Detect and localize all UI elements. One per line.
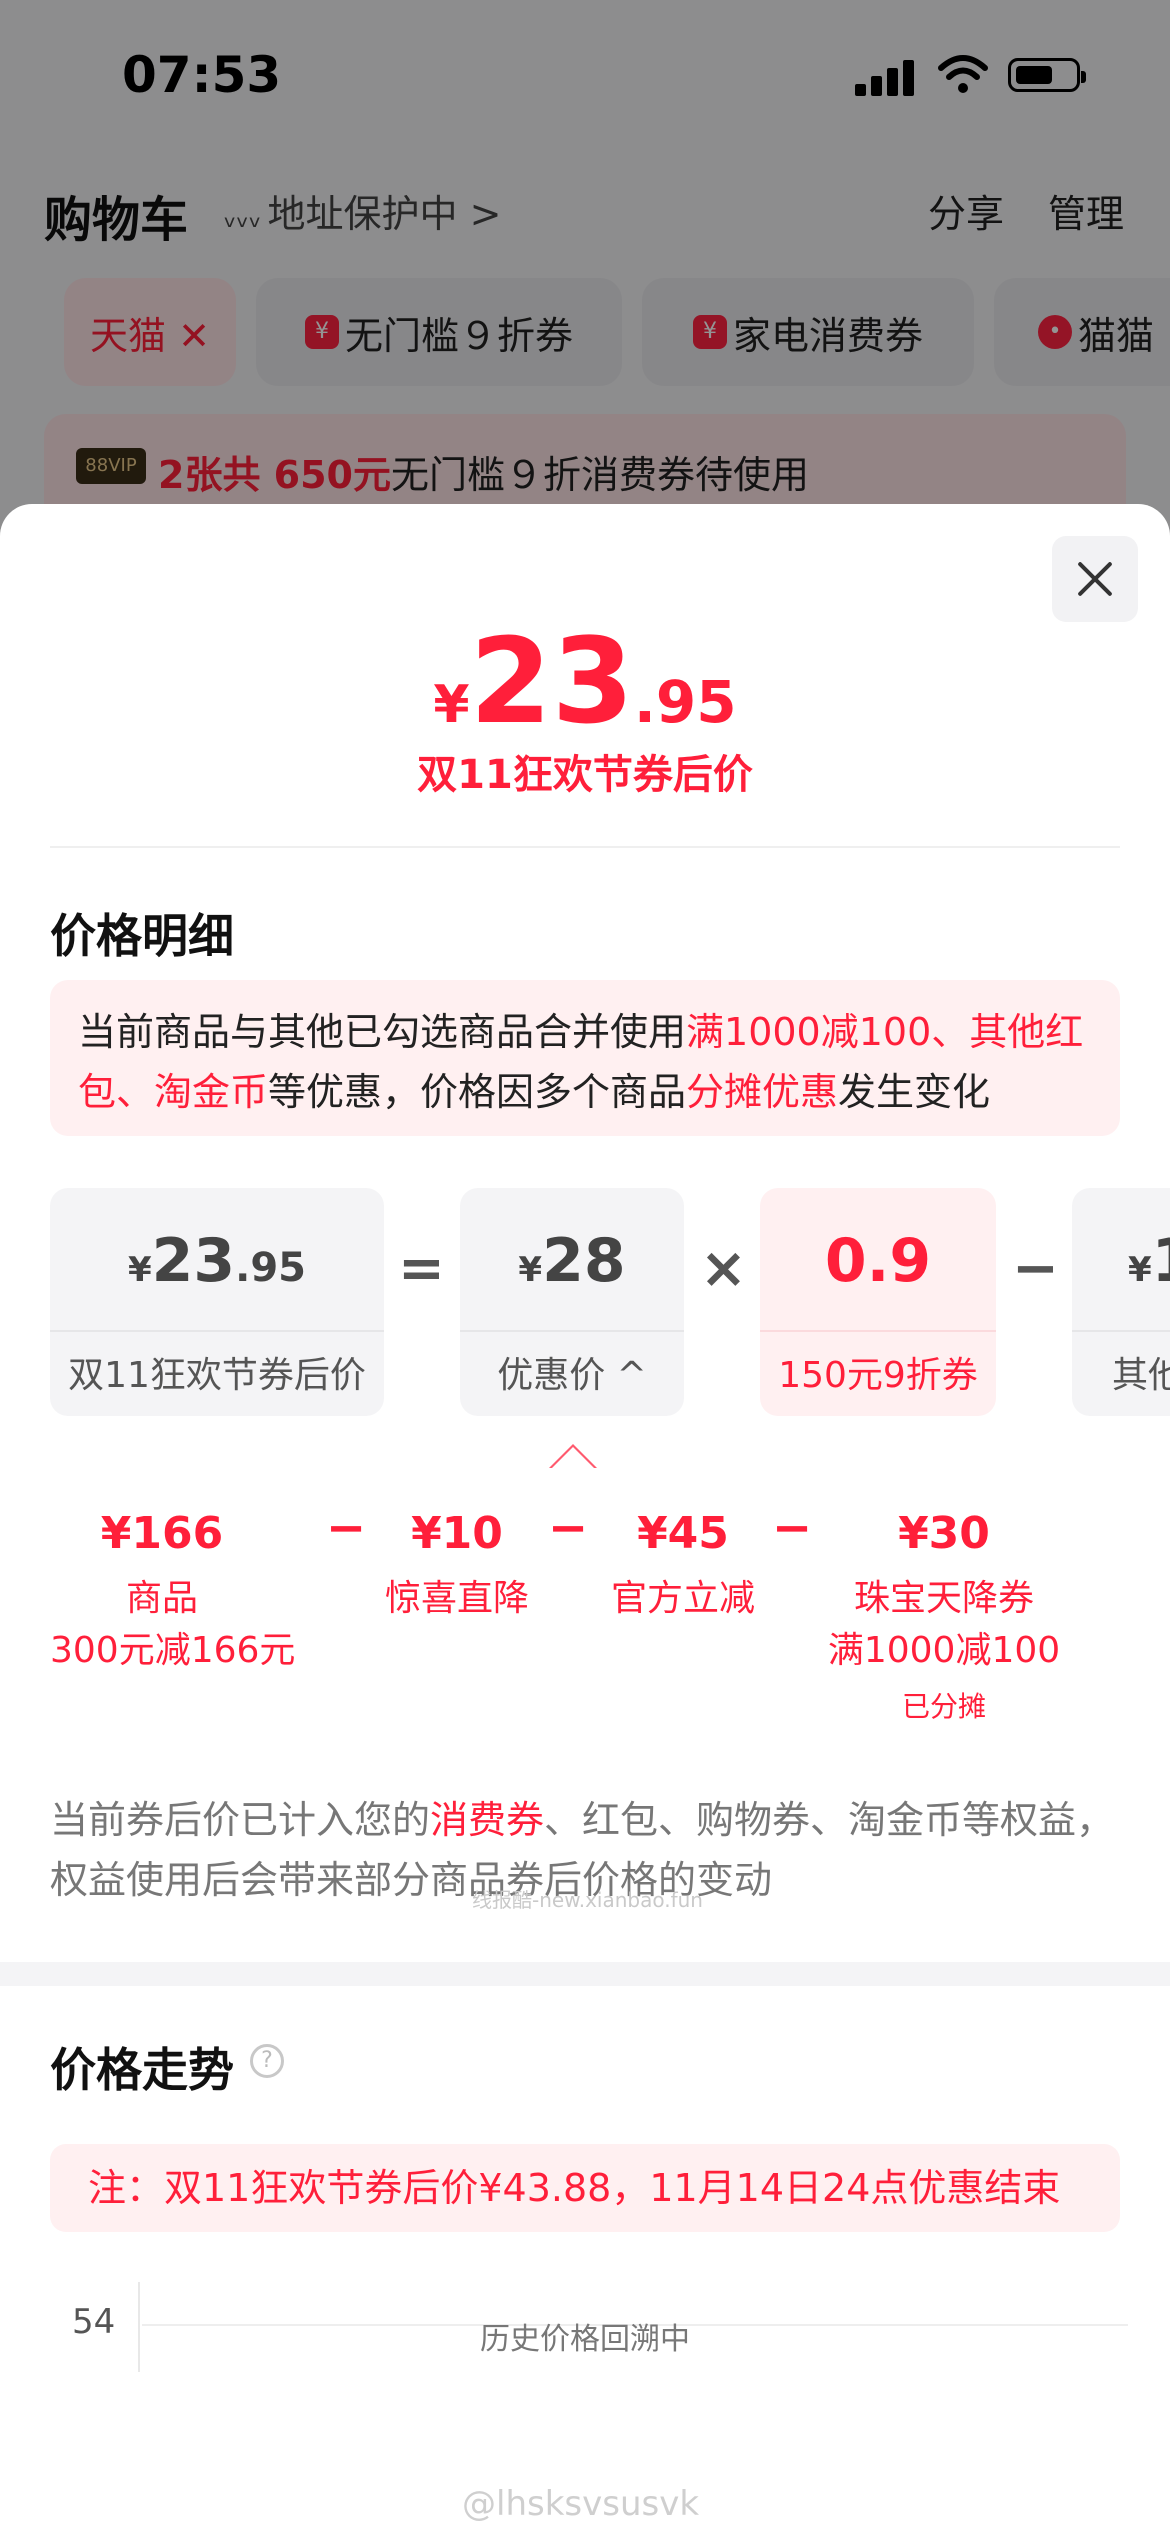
breakdown-minus: − — [326, 1500, 367, 1556]
breakdown-minus: − — [772, 1500, 813, 1556]
breakdown-item-official-cut: ¥45 官方立减 — [610, 1508, 755, 1619]
section-gap — [0, 1962, 1170, 1986]
equals-sign: = — [398, 1236, 445, 1301]
help-icon[interactable]: ? — [250, 2044, 284, 2078]
divider — [50, 846, 1120, 848]
price-detail-title: 价格明细 — [50, 909, 234, 963]
close-button[interactable] — [1052, 536, 1138, 622]
breakdown-item-goods: ¥166 商品 300元减166元 — [50, 1508, 296, 1671]
trend-note: 注：双11狂欢节券后价¥43.88，11月14日24点优惠结束 — [50, 2144, 1120, 2232]
breakdown-item-jewelry-coupon: ¥30 珠宝天降券 满1000减100 已分摊 — [827, 1508, 1061, 1723]
multiply-sign: × — [700, 1236, 747, 1301]
final-price-caption: 双11狂欢节券后价 — [417, 752, 753, 798]
after-coupon-price-box: ¥23.95 双11狂欢节券后价 — [50, 1188, 384, 1416]
chart-loading-text: 历史价格回溯中 — [480, 2322, 690, 2357]
minus-sign: − — [1012, 1236, 1059, 1301]
discount-price-box[interactable]: ¥28 优惠价 ^ — [460, 1188, 684, 1416]
weibo-watermark: @lhsksvsusvk — [462, 2484, 700, 2524]
coupon-rate-box: 0.9 150元9折券 — [760, 1188, 996, 1416]
discount-price-toggle: 优惠价 ^ — [497, 1355, 647, 1396]
final-price: ¥23.95 — [433, 612, 737, 750]
other-discount-box: ¥1 其他 — [1072, 1188, 1170, 1416]
merge-notice: 当前商品与其他已勾选商品合并使用满1000减100、其他红包、淘金币等优惠，价格… — [50, 980, 1120, 1136]
breakdown-item-surprise-drop: ¥10 惊喜直降 — [384, 1508, 529, 1619]
watermark: 线报酷-new.xianbao.fun — [472, 1888, 703, 1912]
breakdown-minus: − — [548, 1500, 589, 1556]
price-trend-title: 价格走势 — [50, 2043, 234, 2097]
